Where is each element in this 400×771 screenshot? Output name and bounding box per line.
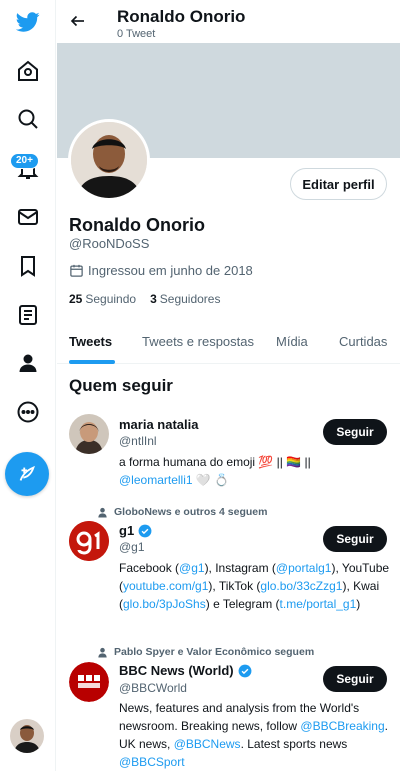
suggestion-bio: a forma humana do emoji 💯 || 🏳️‍🌈 || @le…: [119, 453, 391, 489]
home-icon[interactable]: [8, 51, 48, 91]
person-icon: [98, 507, 107, 518]
profile-joined: Ingressou em junho de 2018: [69, 263, 253, 278]
suggestion-avatar-g1[interactable]: [69, 521, 109, 561]
notifications-badge: 20+: [10, 153, 39, 169]
suggestion-name[interactable]: maria natalia: [119, 417, 199, 432]
bio-link[interactable]: @portalg1: [276, 561, 332, 575]
twitter-logo-icon[interactable]: [8, 2, 48, 42]
calendar-icon: [70, 264, 83, 277]
followers-link[interactable]: 3 Seguidores: [150, 292, 220, 306]
suggestion-handle: @ntlInl: [119, 434, 157, 448]
profile-handle: @RooNDoSS: [69, 236, 150, 251]
back-button[interactable]: [65, 8, 91, 34]
joined-text: Ingressou em junho de 2018: [88, 263, 253, 278]
bio-link[interactable]: @BBCSport: [119, 755, 185, 769]
follow-button-g1[interactable]: Seguir: [323, 526, 387, 552]
bio-text: ) e Telegram (: [205, 597, 280, 611]
compose-icon: [19, 465, 35, 481]
header-tweet-count: 0 Tweet: [117, 28, 156, 40]
follow-stats: 25 Seguindo 3 Seguidores: [69, 292, 220, 306]
tab-media[interactable]: Mídia: [276, 334, 308, 349]
account-avatar[interactable]: [10, 719, 44, 753]
profile-header-bar: Ronaldo Onorio 0 Tweet: [57, 0, 400, 43]
header-name: Ronaldo Onorio: [117, 7, 246, 26]
following-label: Seguindo: [85, 292, 137, 306]
social-context-text: Pablo Spyer e Valor Econômico seguem: [114, 646, 315, 658]
social-context-text: GloboNews e outros 4 seguem: [114, 506, 268, 518]
active-tab-indicator: [69, 360, 115, 364]
profile-tabs: Tweets Tweets e respostas Mídia Curtidas: [57, 322, 400, 364]
bio-link[interactable]: t.me/portal_g1: [280, 597, 357, 611]
bbc-news-logo-icon: [69, 662, 109, 702]
side-nav: 20+: [0, 0, 56, 771]
bio-text: ), TikTok (: [208, 579, 261, 593]
compose-tweet-button[interactable]: [5, 452, 49, 496]
explore-icon[interactable]: [8, 99, 48, 139]
tab-tweets-and-replies[interactable]: Tweets e respostas: [142, 334, 254, 349]
bio-link[interactable]: glo.bo/3pJoShs: [123, 597, 206, 611]
bio-text: Facebook (: [119, 561, 180, 575]
suggestion-handle: @g1: [119, 540, 145, 554]
suggestion-name-text: BBC News (World): [119, 663, 234, 678]
bio-text: ), Instagram (: [204, 561, 276, 575]
bio-link[interactable]: @BBCBreaking: [300, 719, 384, 733]
suggestion-avatar-maria[interactable]: [69, 414, 109, 454]
bio-link[interactable]: glo.bo/33cZzg1: [260, 579, 342, 593]
followers-label: Seguidores: [159, 292, 221, 306]
follow-button-bbc[interactable]: Seguir: [323, 666, 387, 692]
tab-tweets[interactable]: Tweets: [69, 334, 112, 349]
profile-avatar[interactable]: [68, 119, 150, 201]
follow-button-maria[interactable]: Seguir: [323, 419, 387, 445]
profile-icon[interactable]: [8, 343, 48, 383]
person-icon: [98, 647, 107, 658]
suggestion-name[interactable]: BBC News (World): [119, 663, 252, 678]
who-to-follow-title: Quem seguir: [69, 376, 173, 395]
suggestion-name[interactable]: g1: [119, 523, 152, 538]
profile-name: Ronaldo Onorio: [69, 215, 205, 235]
profile-main: Ronaldo Onorio 0 Tweet Editar perfil Ron…: [57, 0, 400, 771]
bio-suffix: 🤍 💍: [192, 473, 230, 487]
bio-text: a forma humana do emoji 💯 || 🏳️‍🌈 ||: [119, 455, 311, 469]
more-icon[interactable]: [8, 392, 48, 432]
followers-count: 3: [150, 292, 157, 306]
bio-link[interactable]: youtube.com/g1: [123, 579, 208, 593]
back-arrow-icon: [70, 15, 84, 27]
following-count: 25: [69, 292, 83, 306]
suggestion-bio: Facebook (@g1), Instagram (@portalg1), Y…: [119, 559, 391, 613]
messages-icon[interactable]: [8, 197, 48, 237]
g1-logo-icon: [69, 521, 109, 561]
suggestion-handle: @BBCWorld: [119, 681, 187, 695]
following-link[interactable]: 25 Seguindo: [69, 292, 136, 306]
bookmarks-icon[interactable]: [8, 246, 48, 286]
bio-link[interactable]: @g1: [179, 561, 205, 575]
lists-icon[interactable]: [8, 295, 48, 335]
tab-likes[interactable]: Curtidas: [339, 334, 387, 349]
edit-profile-button[interactable]: Editar perfil: [290, 168, 387, 200]
social-context-g1: GloboNews e outros 4 seguem: [97, 506, 267, 518]
bio-text: . Latest sports news: [240, 737, 348, 751]
suggestion-bio: News, features and analysis from the Wor…: [119, 699, 391, 771]
social-context-bbc: Pablo Spyer e Valor Econômico seguem: [97, 646, 314, 658]
suggestion-name-text: g1: [119, 523, 135, 538]
suggestion-avatar-bbc[interactable]: [69, 662, 109, 702]
bio-link[interactable]: @BBCNews: [174, 737, 241, 751]
bio-mention-link[interactable]: @leomartelli1: [119, 473, 193, 487]
verified-icon: [138, 524, 152, 537]
verified-icon: [238, 664, 252, 677]
bio-text: ): [356, 597, 361, 611]
